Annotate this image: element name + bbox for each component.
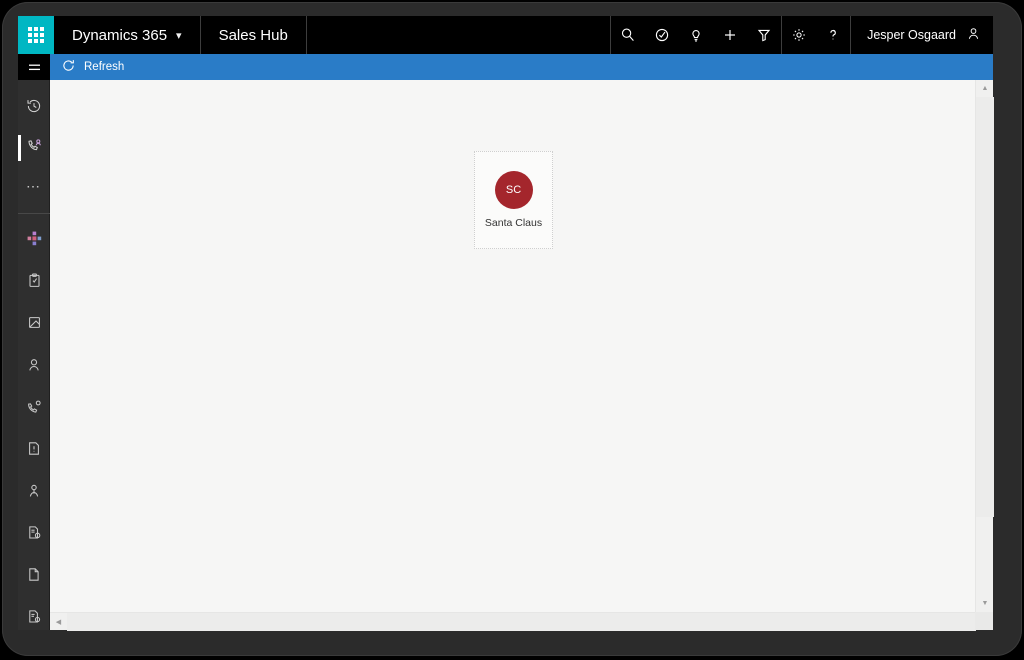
scroll-up-button[interactable]: ▲	[976, 80, 994, 97]
ellipsis-icon: ⋯	[26, 178, 42, 194]
doc-gear-icon	[27, 525, 42, 545]
document-icon	[27, 567, 41, 587]
app-name-sales-hub: Sales Hub	[201, 16, 307, 54]
top-navigation-bar: Dynamics 365 ▾ Sales Hub Jesper Osgaard	[18, 16, 993, 54]
clock-icon	[26, 98, 42, 119]
sidebar-item-more[interactable]: ⋯	[18, 170, 50, 202]
chevron-down-icon: ▾	[176, 29, 182, 42]
sidebar-item-quotes[interactable]	[18, 519, 50, 551]
command-bar: Refresh	[50, 54, 993, 80]
user-name-label: Jesper Osgaard	[867, 28, 956, 42]
sidebar-item-pinned[interactable]	[18, 132, 50, 164]
phone-person-icon	[26, 137, 43, 159]
brand-label: Dynamics 365	[72, 26, 168, 44]
sidebar-item-orders[interactable]	[18, 561, 50, 593]
sidebar-item-recent[interactable]	[18, 92, 50, 124]
horizontal-scrollbar-thumb[interactable]	[67, 612, 976, 631]
sidebar-item-dashboards[interactable]	[18, 225, 50, 257]
vertical-scrollbar-thumb[interactable]	[976, 97, 994, 517]
vertical-scrollbar[interactable]: ▲ ▼	[975, 80, 994, 612]
plus-icon[interactable]	[713, 16, 747, 54]
horizontal-scrollbar[interactable]: ◀ ▶	[50, 612, 993, 631]
topbar-settings-group	[781, 16, 850, 54]
topbar-action-group	[610, 16, 781, 54]
note-icon	[27, 441, 41, 461]
scroll-down-button[interactable]: ▼	[976, 595, 994, 612]
app-name-label: Sales Hub	[218, 26, 288, 44]
person-icon	[966, 26, 981, 44]
waffle-grid-icon[interactable]	[18, 16, 54, 54]
sidebar-item-accounts[interactable]	[18, 309, 50, 341]
contact-name-label: Santa Claus	[484, 217, 543, 229]
sidebar-item-opportunities[interactable]	[18, 435, 50, 467]
search-icon[interactable]	[611, 16, 645, 54]
contact-card[interactable]: SC Santa Claus	[474, 151, 553, 249]
user-menu[interactable]: Jesper Osgaard	[850, 16, 993, 54]
doc-badge-icon	[27, 609, 42, 629]
scrollbar-corner	[975, 612, 993, 630]
brand-dynamics-365[interactable]: Dynamics 365 ▾	[54, 16, 201, 54]
dashboard-icon	[27, 231, 42, 251]
content-area: SC Santa Claus ▲ ▼ ◀ ▶	[50, 80, 994, 631]
refresh-icon	[62, 59, 75, 75]
content-scroll-region: SC Santa Claus	[50, 80, 975, 612]
sidebar-item-invoices[interactable]	[18, 603, 50, 635]
device-bezel: Dynamics 365 ▾ Sales Hub Jesper Osgaard …	[2, 2, 1022, 656]
avatar: SC	[494, 171, 533, 209]
refresh-label: Refresh	[84, 61, 125, 73]
avatar-initials: SC	[505, 184, 522, 196]
building-icon	[27, 315, 42, 335]
filter-icon[interactable]	[747, 16, 781, 54]
clipboard-icon	[27, 273, 42, 293]
sidebar-item-leads[interactable]	[18, 393, 50, 425]
left-navigation-rail: ⋯	[18, 54, 50, 630]
person-icon	[26, 357, 42, 378]
person-outline-icon	[26, 483, 42, 504]
sidebar-item-contacts[interactable]	[18, 351, 50, 383]
refresh-button[interactable]: Refresh	[50, 54, 136, 80]
scroll-left-button[interactable]: ◀	[50, 613, 67, 631]
gear-icon[interactable]	[782, 16, 816, 54]
phone-gear-icon	[26, 399, 42, 420]
hamburger-icon[interactable]	[18, 54, 50, 80]
sidebar-item-competitors[interactable]	[18, 477, 50, 509]
assistant-icon[interactable]	[645, 16, 679, 54]
sidebar-item-activities[interactable]	[18, 267, 50, 299]
question-icon[interactable]	[816, 16, 850, 54]
lightbulb-icon[interactable]	[679, 16, 713, 54]
